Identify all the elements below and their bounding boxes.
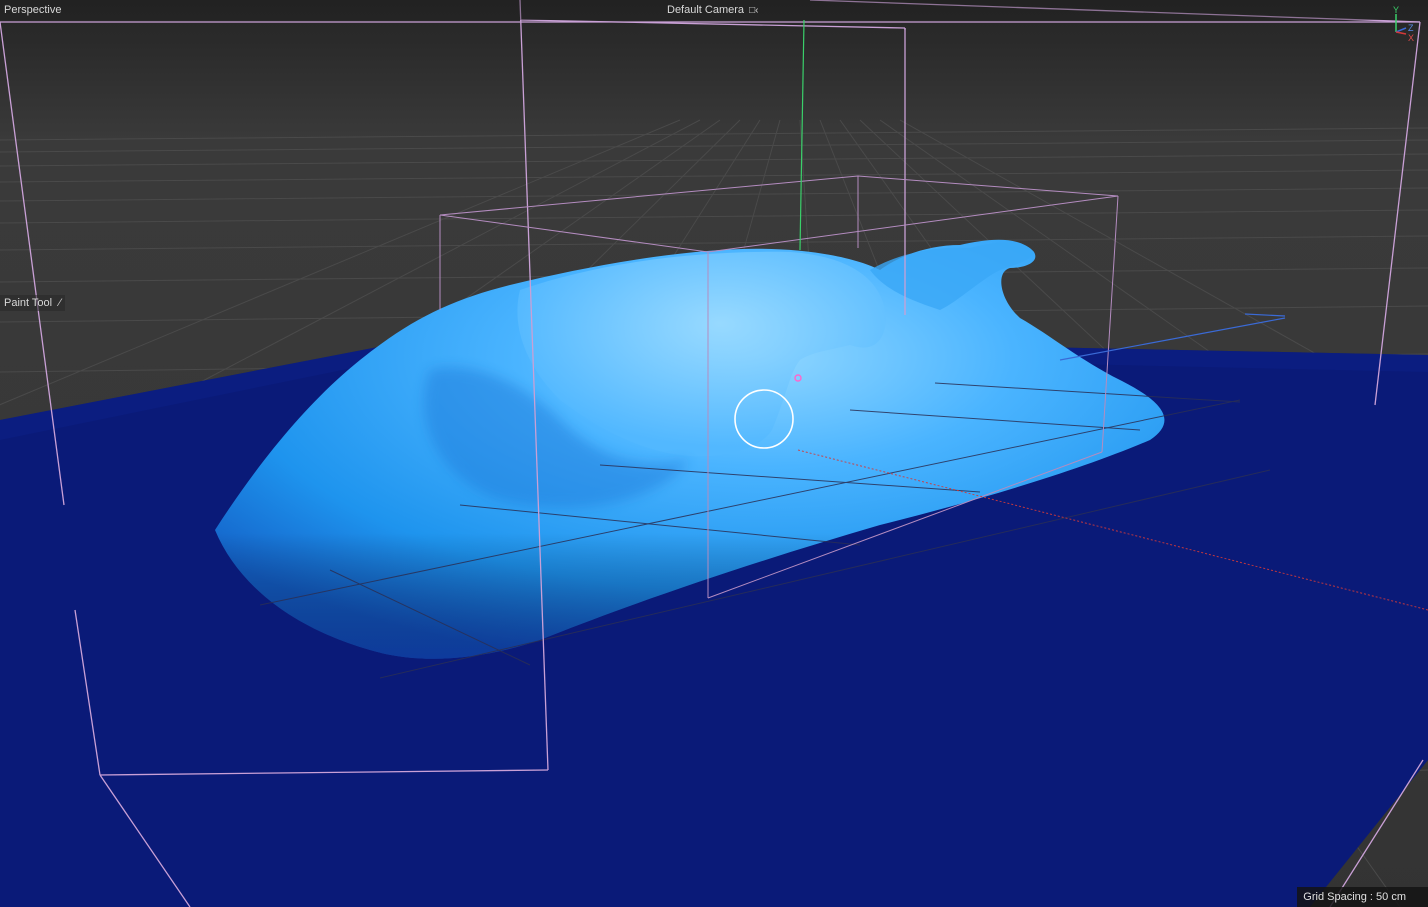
gizmo-x-label: X [1408,33,1414,43]
gizmo-z-label: Z [1408,23,1414,33]
gizmo-y-label: Y [1393,5,1399,15]
brush-icon: ⁄ [59,297,62,309]
camera-name: Default Camera [667,4,745,16]
camera-selector[interactable]: Default Camera □‹ [667,3,758,18]
axis-gizmo: Y Z X [1393,5,1414,43]
3d-viewport[interactable]: Perspective Default Camera □‹ Paint Tool… [0,0,1428,907]
viewport-scene[interactable] [0,0,1428,907]
world-axis-z-tip [1244,313,1286,317]
gizmo-z-axis [1395,27,1407,33]
view-name-label[interactable]: Perspective [4,3,61,17]
grid-spacing-label: Grid Spacing : 50 cm [1297,887,1428,907]
tool-name: Paint Tool [4,297,53,309]
gizmo-x-axis [1395,31,1407,35]
active-tool-label: Paint Tool ⁄ [0,295,66,311]
camera-icon: □‹ [749,5,759,16]
